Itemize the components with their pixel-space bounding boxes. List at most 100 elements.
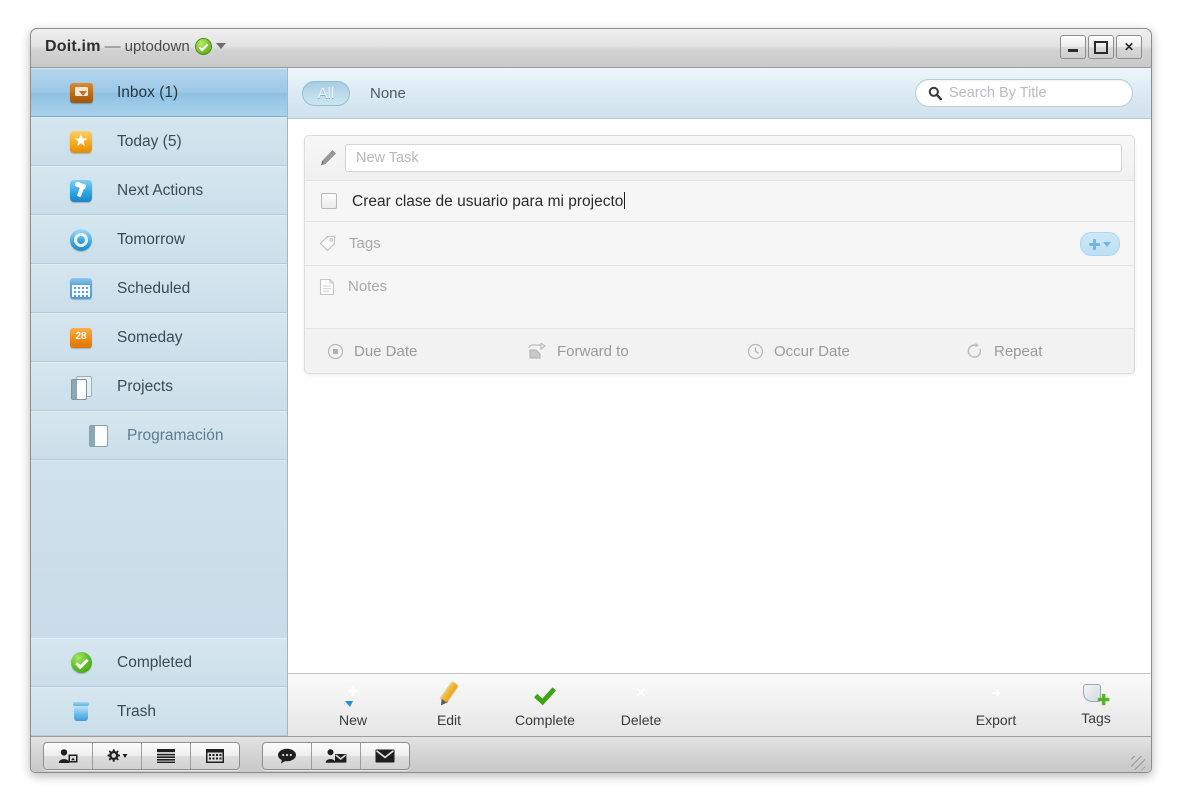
sidebar-item-label: Someday: [117, 328, 183, 346]
minimize-button[interactable]: [1060, 35, 1086, 59]
list-view-button[interactable]: [142, 743, 191, 769]
maximize-icon: [1094, 40, 1108, 54]
tags-label: Tags: [349, 235, 381, 252]
caret-down-icon[interactable]: [215, 43, 226, 49]
delete-button-label: Delete: [620, 712, 662, 728]
title-separator: —: [104, 38, 121, 55]
sidebar-item-scheduled[interactable]: Scheduled: [31, 264, 287, 313]
new-icon: [340, 682, 366, 708]
sidebar-item-inbox[interactable]: Inbox (1): [31, 68, 287, 117]
delete-button[interactable]: Delete: [610, 682, 672, 728]
window-title: Doit.im — uptodown: [45, 38, 226, 56]
sidebar-item-projects[interactable]: Projects: [31, 362, 287, 411]
app-name: Doit.im: [45, 38, 101, 55]
tag-icon: [319, 235, 336, 252]
complete-button-label: Complete: [515, 712, 575, 728]
occur-date-label: Occur Date: [774, 342, 850, 360]
edit-pencil-icon: [436, 682, 462, 708]
envelope-button[interactable]: [361, 743, 409, 769]
delete-icon: [628, 682, 654, 708]
filter-all[interactable]: All: [302, 80, 350, 106]
search-icon: [928, 86, 942, 100]
occur-date-field[interactable]: Occur Date: [747, 343, 967, 360]
sidebar-item-trash[interactable]: Trash: [31, 687, 287, 736]
filter-none[interactable]: None: [356, 81, 420, 106]
repeat-field[interactable]: Repeat: [967, 342, 1042, 360]
calendar-icon: [59, 278, 103, 299]
user-mail-icon: [325, 748, 347, 764]
export-button-label: Export: [975, 712, 1017, 728]
forward-to-field[interactable]: Forward to: [527, 342, 747, 360]
new-task-input[interactable]: New Task: [345, 144, 1122, 172]
status-button-group-one: [43, 742, 240, 770]
maximize-button[interactable]: [1088, 35, 1114, 59]
new-task-row: New Task: [305, 136, 1134, 181]
notes-label: Notes: [348, 278, 388, 295]
due-date-field[interactable]: Due Date: [327, 343, 527, 360]
minimize-icon: [1068, 49, 1078, 52]
filter-group: All None: [302, 80, 420, 106]
status-button-group-two: [262, 742, 410, 770]
main-header: All None Search By Title: [288, 68, 1151, 119]
notes-row[interactable]: Notes: [305, 266, 1134, 329]
due-date-icon: [327, 343, 344, 359]
status-bar: [31, 736, 1151, 772]
title-bar[interactable]: Doit.im — uptodown ✕: [31, 29, 1151, 68]
export-button[interactable]: Export: [965, 682, 1027, 728]
task-title[interactable]: Crear clase de usuario para mi projecto: [352, 191, 626, 211]
sidebar-item-completed[interactable]: Completed: [31, 638, 287, 687]
pin-icon: [59, 179, 103, 202]
gear-dropdown-icon: [105, 748, 129, 764]
grid-view-button[interactable]: [191, 743, 239, 769]
task-title-text: Crear clase de usuario para mi projecto: [352, 192, 624, 210]
sidebar-item-tomorrow[interactable]: Tomorrow: [31, 215, 287, 264]
task-row[interactable]: Crear clase de usuario para mi projecto: [305, 181, 1134, 222]
edit-button-label: Edit: [436, 712, 462, 728]
tags-row[interactable]: Tags: [305, 222, 1134, 266]
account-name: uptodown: [124, 38, 190, 55]
search-input[interactable]: Search By Title: [915, 79, 1133, 107]
inbox-icon: [59, 82, 103, 103]
task-editor-card: New Task Crear clase de usuario para mi …: [304, 135, 1135, 374]
trash-icon: [59, 701, 103, 723]
settings-button[interactable]: [93, 743, 142, 769]
user-avatar-button[interactable]: [44, 743, 93, 769]
chevron-down-icon: [1103, 241, 1111, 247]
folder-28-icon: [59, 327, 103, 348]
sidebar-item-next-actions[interactable]: Next Actions: [31, 166, 287, 215]
clock-icon: [747, 343, 764, 359]
sidebar-item-label: Scheduled: [117, 279, 191, 297]
task-meta-row: Due Date Forward to Occur Date Repeat: [305, 329, 1134, 373]
action-toolbar-left: New Edit Complete Delete: [322, 682, 672, 728]
add-tag-icon: [1083, 682, 1110, 708]
sidebar-item-label: Projects: [117, 377, 173, 395]
tags-button[interactable]: Tags: [1065, 682, 1127, 728]
new-button-label: New: [338, 712, 367, 728]
sidebar-item-programacion[interactable]: Programación: [31, 411, 287, 460]
user-mail-button[interactable]: [312, 743, 361, 769]
grid-view-icon: [206, 749, 224, 763]
repeat-icon: [967, 342, 982, 358]
add-tag-button[interactable]: [1080, 232, 1120, 256]
tags-button-label: Tags: [1081, 710, 1111, 726]
note-icon: [319, 278, 335, 296]
sidebar-item-label: Next Actions: [117, 181, 204, 199]
list-view-icon: [157, 749, 175, 763]
window-controls: ✕: [1060, 35, 1142, 59]
due-date-label: Due Date: [354, 342, 418, 360]
new-button[interactable]: New: [322, 682, 384, 728]
sidebar-item-today[interactable]: Today (5): [31, 117, 287, 166]
task-checkbox[interactable]: [321, 193, 337, 209]
sidebar-item-someday[interactable]: Someday: [31, 313, 287, 362]
sidebar-item-label: Tomorrow: [117, 230, 186, 248]
main-panel: All None Search By Title New Task Crear …: [288, 68, 1151, 736]
chat-button[interactable]: [263, 743, 312, 769]
resize-grip-icon[interactable]: [1131, 756, 1145, 770]
edit-button[interactable]: Edit: [418, 682, 480, 728]
close-icon: ✕: [1123, 40, 1135, 54]
close-button[interactable]: ✕: [1116, 35, 1142, 59]
forward-to-label: Forward to: [557, 342, 629, 360]
new-task-placeholder: New Task: [356, 150, 419, 166]
complete-button[interactable]: Complete: [514, 682, 576, 728]
sidebar-subitem-label: Programación: [127, 426, 224, 444]
